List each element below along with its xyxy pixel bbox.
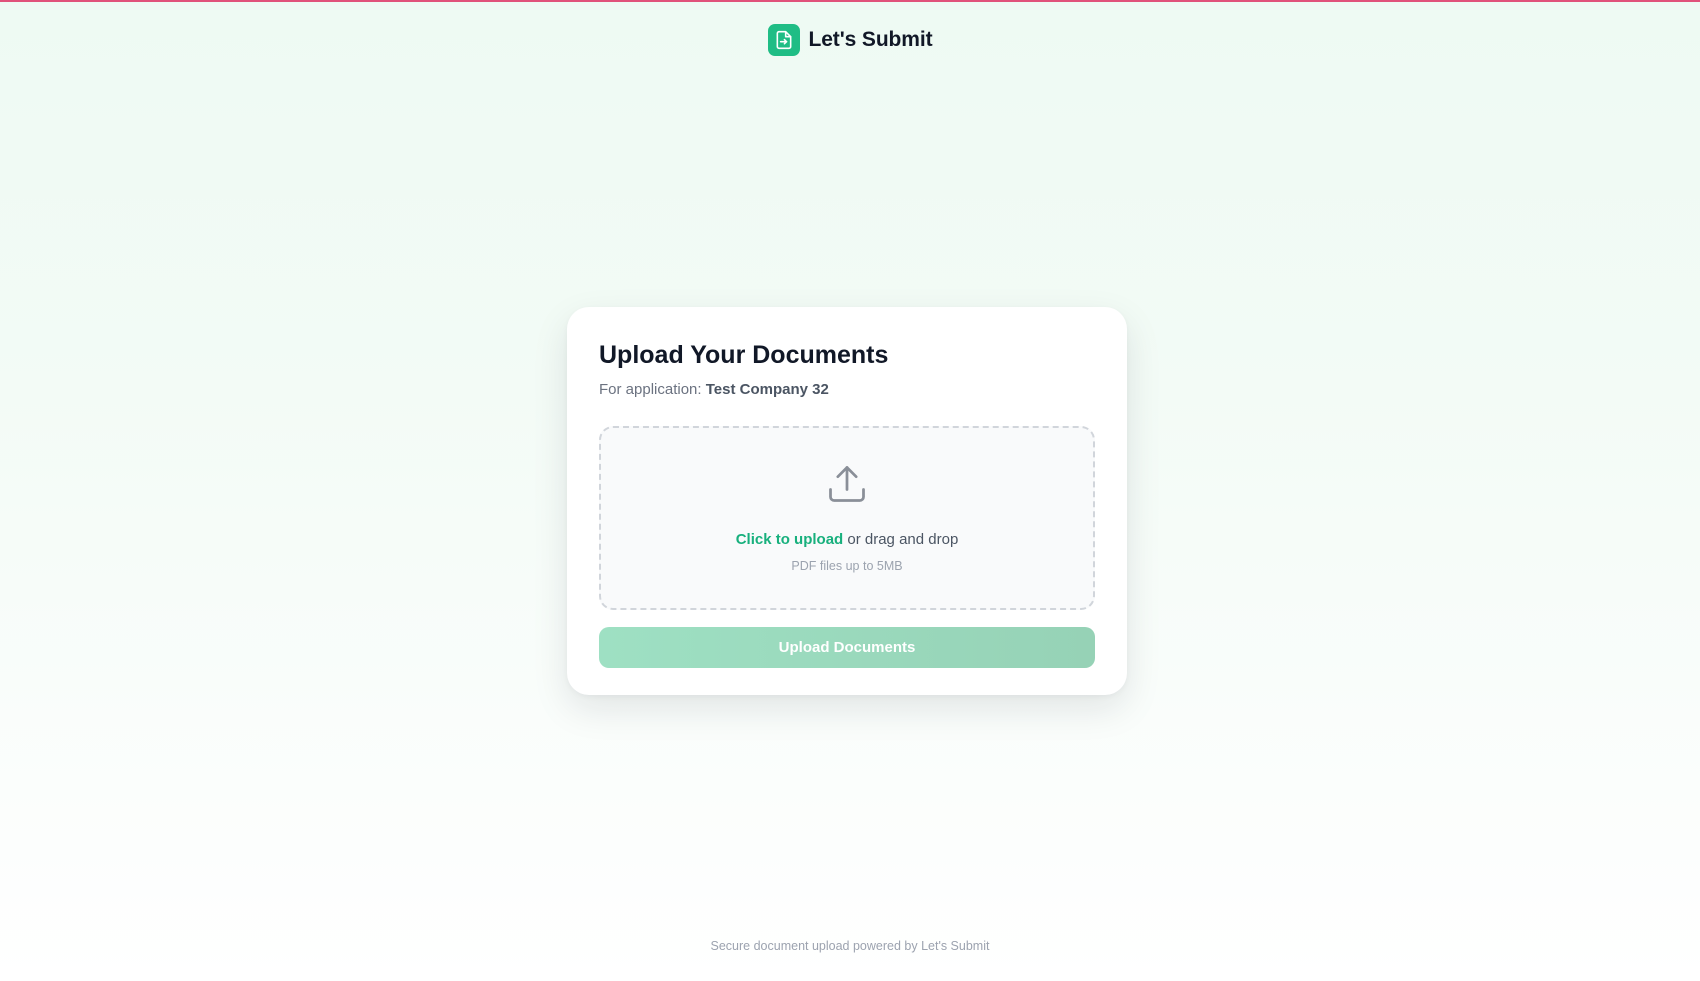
header: Let's Submit bbox=[0, 24, 1700, 56]
upload-icon bbox=[829, 466, 865, 502]
drag-drop-text: or drag and drop bbox=[847, 531, 959, 548]
application-subtitle: For application: Test Company 32 bbox=[599, 380, 1095, 400]
upload-card: Upload Your Documents For application: T… bbox=[567, 307, 1127, 695]
document-arrow-icon bbox=[767, 24, 800, 56]
dropzone-instructions: Click to upload or drag and drop bbox=[736, 530, 959, 550]
top-accent-bar bbox=[0, 0, 1700, 2]
file-dropzone[interactable]: Click to upload or drag and drop PDF fil… bbox=[599, 426, 1095, 610]
company-name: Test Company 32 bbox=[705, 381, 829, 398]
page-title: Upload Your Documents bbox=[599, 341, 889, 369]
brand-name: Let's Submit bbox=[808, 28, 933, 51]
file-type-hint: PDF files up to 5MB bbox=[791, 559, 903, 573]
upload-documents-button[interactable]: Upload Documents bbox=[599, 627, 1095, 668]
click-to-upload-link[interactable]: Click to upload bbox=[736, 531, 844, 548]
application-label: For application: bbox=[599, 381, 702, 398]
footer-text: Secure document upload powered by Let's … bbox=[710, 939, 990, 953]
